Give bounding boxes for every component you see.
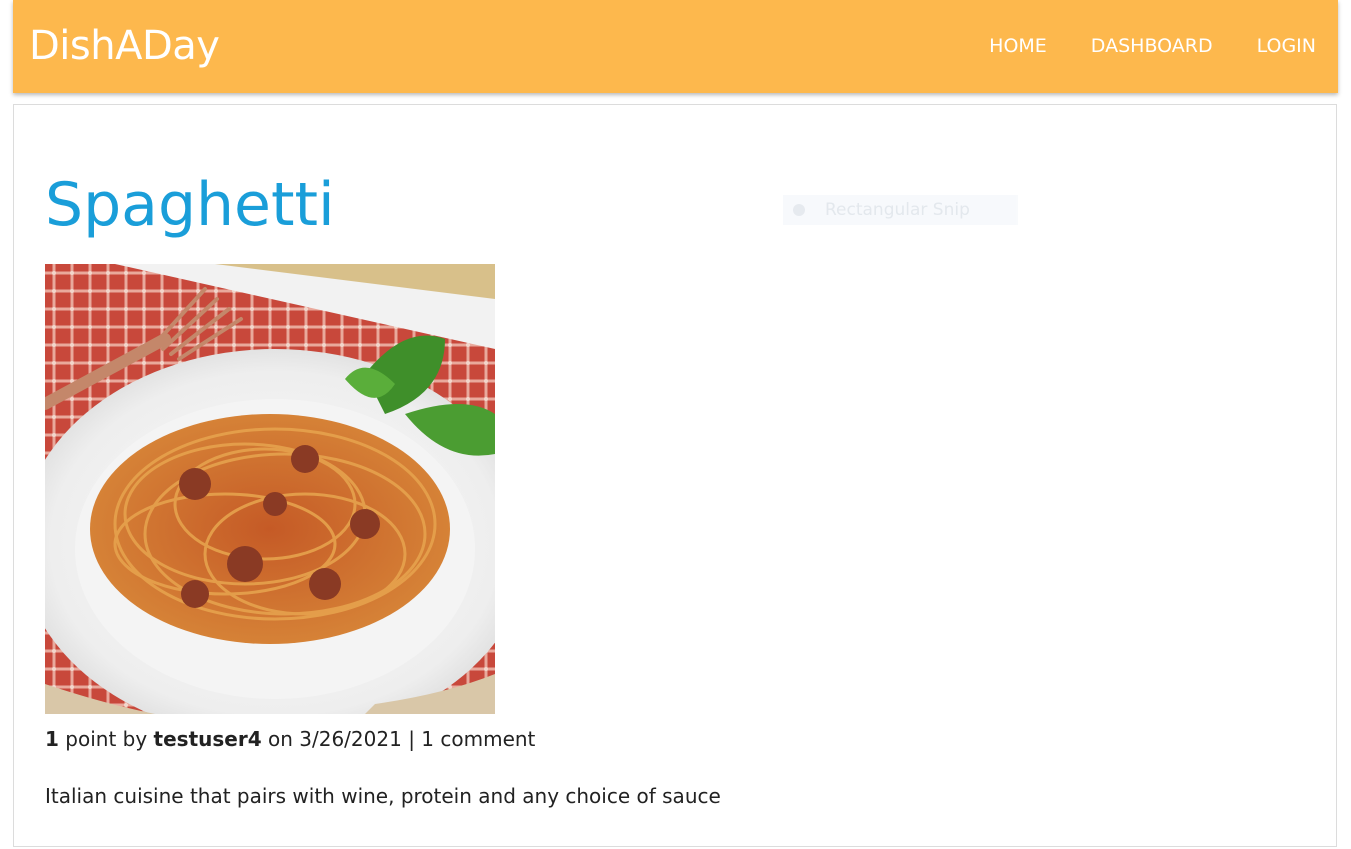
post-date: 3/26/2021 xyxy=(299,727,402,751)
navbar: DishADay HOME DASHBOARD LOGIN xyxy=(13,0,1338,93)
post-description: Italian cuisine that pairs with wine, pr… xyxy=(45,784,721,808)
snip-label: Rectangular Snip xyxy=(825,200,970,220)
meta-separator: | xyxy=(408,727,415,751)
post-card: Spaghetti Rectangular Snip 1 point by te… xyxy=(13,104,1337,847)
nav-login-link[interactable]: LOGIN xyxy=(1257,34,1316,58)
author-name[interactable]: testuser4 xyxy=(154,727,262,751)
points-count: 1 xyxy=(45,727,59,751)
nav-links: HOME DASHBOARD LOGIN xyxy=(945,34,1316,58)
post-title: Spaghetti xyxy=(45,170,335,240)
comments-link[interactable]: 1 comment xyxy=(421,727,535,751)
spaghetti-image xyxy=(45,264,495,714)
snip-icon xyxy=(793,204,805,216)
nav-home-link[interactable]: HOME xyxy=(989,34,1047,58)
nav-dashboard-link[interactable]: DASHBOARD xyxy=(1091,34,1213,58)
on-label: on xyxy=(267,727,293,751)
post-image xyxy=(45,264,495,714)
brand-logo[interactable]: DishADay xyxy=(29,22,220,70)
points-label: point by xyxy=(65,727,148,751)
rectangular-snip-overlay: Rectangular Snip xyxy=(783,195,1018,225)
post-meta: 1 point by testuser4 on 3/26/2021 | 1 co… xyxy=(45,726,535,752)
